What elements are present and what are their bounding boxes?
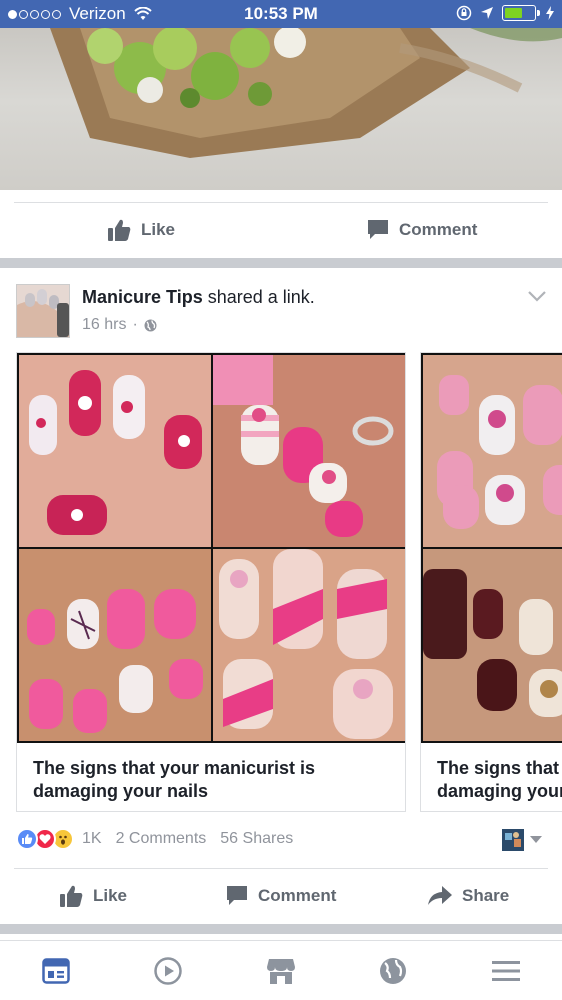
nail-photo xyxy=(423,549,562,741)
post-action-text: shared a link. xyxy=(207,287,315,307)
tab-notifications[interactable] xyxy=(375,953,411,989)
like-label: Like xyxy=(141,220,176,239)
nail-photo xyxy=(19,549,211,741)
comments-count[interactable]: 2 Comments xyxy=(116,830,207,848)
reactions-summary[interactable]: 1K 2 Comments 56 Shares xyxy=(16,828,293,850)
meta-separator: · xyxy=(132,316,138,333)
share-button[interactable]: Share xyxy=(428,886,509,906)
tab-video[interactable] xyxy=(150,953,186,989)
bottom-tab-bar xyxy=(0,940,562,1000)
previous-post-actions: Like Comment xyxy=(0,202,562,258)
globe-icon xyxy=(380,958,406,984)
rotation-lock-icon xyxy=(456,5,472,21)
flower-bouquet-image xyxy=(50,28,562,158)
share-arrow-icon xyxy=(428,886,452,905)
post-header-title: Manicure Tips shared a link. xyxy=(82,287,315,308)
like-label: Like xyxy=(93,886,128,905)
video-icon xyxy=(154,957,182,985)
status-icons xyxy=(456,5,554,21)
card-title: The signs that your manicurist is damagi… xyxy=(437,758,562,801)
tab-marketplace[interactable] xyxy=(263,953,299,989)
chevron-down-icon[interactable] xyxy=(527,289,547,303)
comment-icon xyxy=(368,220,388,239)
post-time[interactable]: 16 hrs xyxy=(82,316,126,334)
nail-photo xyxy=(423,355,562,547)
page-name-link[interactable]: Manicure Tips xyxy=(82,287,203,307)
card-image-grid xyxy=(421,353,562,743)
page-avatar[interactable] xyxy=(16,284,70,338)
nail-photo xyxy=(213,355,405,547)
nail-photo xyxy=(19,355,211,547)
status-bar: Verizon 10:53 PM xyxy=(0,0,562,28)
tab-news-feed[interactable] xyxy=(38,953,74,989)
post-actions: Like Comment Share xyxy=(0,868,562,924)
comment-label: Comment xyxy=(258,886,337,905)
globe-privacy-icon xyxy=(144,319,157,331)
nail-photo xyxy=(213,549,405,741)
reaction-selector[interactable] xyxy=(502,829,542,851)
feed-separator xyxy=(0,258,562,268)
tab-menu[interactable] xyxy=(488,953,524,989)
comment-button[interactable]: Comment xyxy=(226,885,336,907)
shares-count[interactable]: 56 Shares xyxy=(220,830,293,848)
marketplace-icon xyxy=(267,959,295,984)
share-label: Share xyxy=(462,886,510,905)
card-image-grid xyxy=(17,353,405,743)
thumbs-up-icon xyxy=(108,219,131,241)
caret-down-icon xyxy=(530,836,542,843)
viewer-avatar-icon xyxy=(502,829,524,851)
charging-icon xyxy=(546,6,554,20)
comment-button[interactable]: Comment xyxy=(367,219,477,241)
post-meta: 16 hrs · xyxy=(82,316,157,334)
screen: Verizon 10:53 PM Like Comment Manicure T… xyxy=(0,0,562,1000)
comment-label: Comment xyxy=(399,220,478,239)
news-feed-icon xyxy=(42,958,70,984)
like-reaction-icon xyxy=(16,828,38,850)
menu-icon xyxy=(492,961,520,981)
like-button[interactable]: Like xyxy=(108,219,175,241)
link-card[interactable]: The signs that your manicurist is damagi… xyxy=(16,352,406,812)
avatar-image xyxy=(17,285,69,337)
location-icon xyxy=(481,7,493,19)
like-button[interactable]: Like xyxy=(60,885,127,907)
comment-icon xyxy=(227,886,247,905)
feed-separator xyxy=(0,924,562,934)
battery-icon xyxy=(502,5,540,21)
card-title: The signs that your manicurist is damagi… xyxy=(33,758,316,801)
reaction-count: 1K xyxy=(82,830,102,847)
link-card[interactable]: The signs that your manicurist is damagi… xyxy=(420,352,562,812)
thumbs-up-icon xyxy=(60,885,83,907)
previous-post-photo[interactable] xyxy=(0,28,562,190)
